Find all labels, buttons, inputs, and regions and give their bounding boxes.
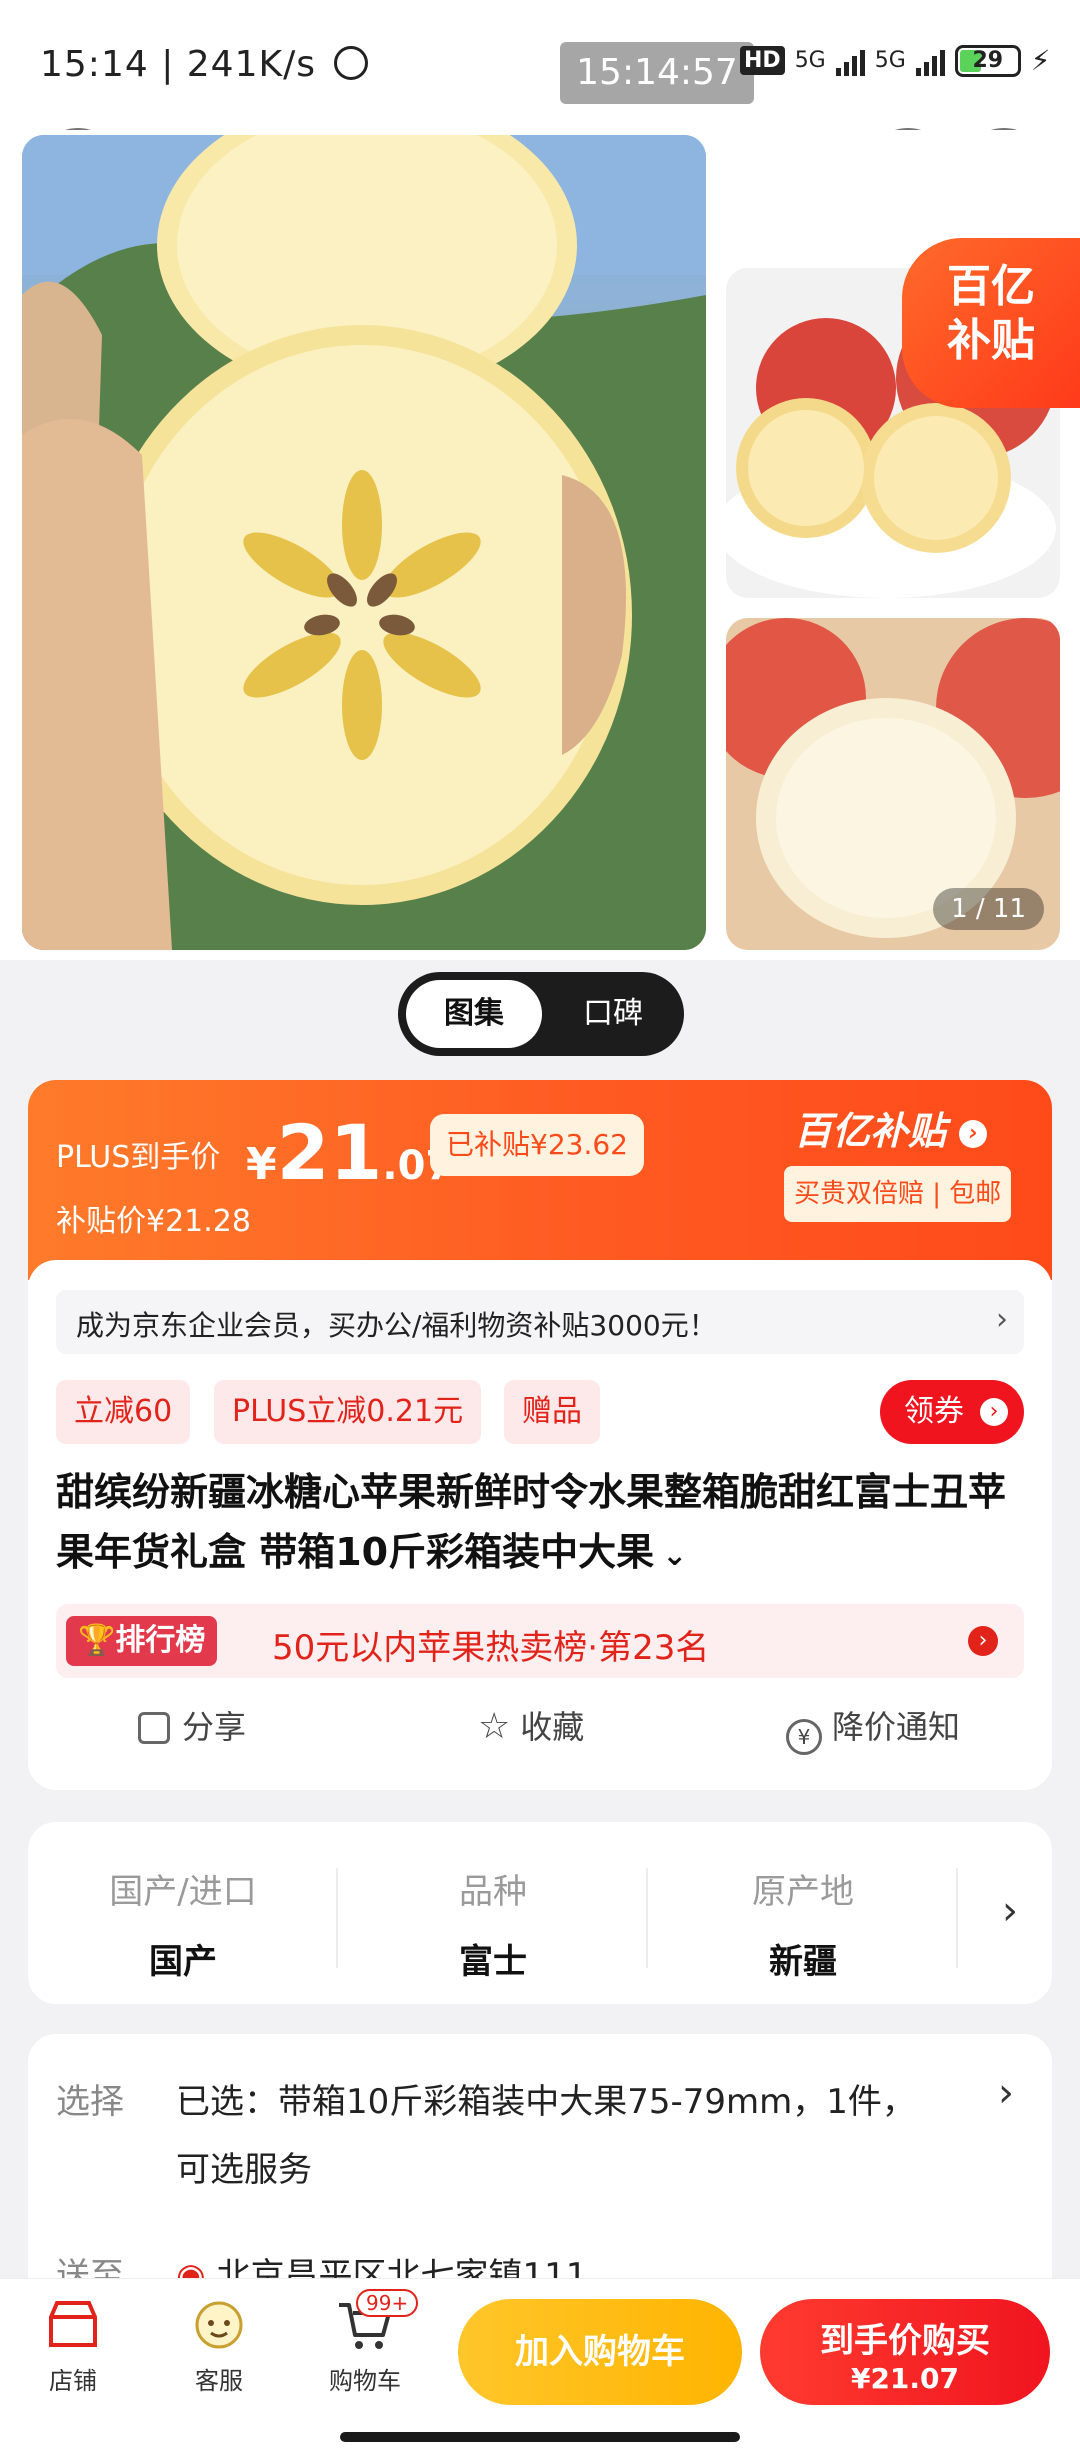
subsidy-price: 补贴价¥21.28 [56,1204,251,1239]
status-indicators: HD 5G 5G 29 ⚡ [740,44,1050,77]
buy-now-button[interactable]: 到手价购买 ¥21.07 [760,2299,1050,2405]
spec-summary[interactable]: 国产/进口 国产 品种 富士 原产地 新疆 › [28,1822,1052,2004]
share-action[interactable]: 分享 [138,1702,246,1748]
tag-plus-discount: PLUS立减0.21元 [214,1380,482,1444]
spec-variety: 品种 富士 [459,1872,527,1982]
main-product-image[interactable] [22,135,706,950]
page-indicator: 1 / 11 [933,888,1044,930]
billion-subsidy-brand[interactable]: 百亿补贴 › [794,1100,988,1155]
tag-gift: 赠品 [504,1380,600,1444]
selection-line-1: 已选：带箱10斤彩箱装中大果75-79mm，1件， [176,2082,916,2122]
price-alert-icon: ¥ [786,1719,822,1755]
status-bar: 15:14 | 241K/s 15:14:57 HD 5G 5G 29 ⚡ ••… [0,0,1080,212]
billion-subsidy-badge: 百亿补贴 [902,238,1080,408]
store-icon [49,2301,97,2347]
chevron-right-icon: › [968,1626,998,1656]
product-title[interactable]: 甜缤纷新疆冰糖心苹果新鲜时令水果整箱脆甜红富士丑苹果年货礼盒 带箱10斤彩箱装中… [56,1462,1032,1586]
service-nav[interactable]: 客服 [164,2297,274,2396]
share-icon [138,1712,170,1744]
favorite-action[interactable]: ☆ 收藏 [478,1702,584,1748]
net-2-label: 5G [874,48,906,73]
thumbnail-2[interactable]: 1 / 11 [726,618,1060,950]
ranking-text: 50元以内苹果热卖榜·第23名 [272,1628,710,1668]
plus-price-label: PLUS到手价 [56,1140,221,1175]
spec-origin-type: 国产/进口 国产 [109,1872,257,1982]
store-nav[interactable]: 店铺 [18,2297,128,2396]
cart-nav[interactable]: 购物车 99+ [310,2289,420,2396]
chevron-right-icon: › [996,1302,1008,1337]
trophy-icon: 🏆 [78,1623,116,1658]
subsidized-badge: 已补贴¥23.62 [430,1114,644,1176]
net-1-label: 5G [794,48,826,73]
ranking-banner[interactable]: 🏆排行榜 50元以内苹果热卖榜·第23名 › [56,1604,1024,1678]
selection-line-2: 可选服务 [176,2150,312,2190]
chevron-right-icon: › [980,1398,1008,1426]
alarm-icon [334,46,369,80]
battery-icon: 29 [954,44,1021,77]
cart-badge: 99+ [356,2289,419,2317]
guarantee-badge: 买贵双倍赔 | 包邮 [784,1166,1012,1222]
status-time-speed: 15:14 | 241K/s [40,44,369,85]
price-alert-action[interactable]: ¥ 降价通知 [786,1702,960,1755]
spec-origin: 原产地 新疆 [752,1872,854,1982]
price-value: ¥21.07 [246,1108,454,1197]
gallery-segment-control: 图集 口碑 [398,972,684,1056]
enterprise-promo-banner[interactable]: 成为京东企业会员，买办公/福利物资补贴3000元！ › [56,1290,1024,1354]
clock-chip: 15:14:57 [560,42,754,104]
star-icon: ☆ [478,1706,511,1747]
customer-service-icon [195,2301,243,2349]
apple-halves-image [22,135,706,950]
tab-gallery[interactable]: 图集 [406,980,542,1048]
chevron-down-icon: ⌄ [662,1538,688,1573]
selection-label: 选择 [56,2082,124,2122]
add-to-cart-button[interactable]: 加入购物车 [458,2299,742,2405]
hd-badge: HD [740,46,785,75]
signal-icon [835,46,865,76]
charging-icon: ⚡ [1030,44,1051,77]
selection-card[interactable]: 选择 已选：带箱10斤彩箱装中大果75-79mm，1件， 可选服务 › 送至 ◉… [28,2034,1052,2284]
home-indicator [340,2432,740,2442]
ranking-badge: 🏆排行榜 [66,1616,218,1666]
coupon-button[interactable]: 领券 › [880,1380,1024,1444]
price-band: PLUS到手价 ¥21.07 已补贴¥23.62 补贴价¥21.28 百亿补贴 … [28,1080,1052,1280]
divider [956,1868,958,1968]
chevron-right-icon: › [998,2070,1014,2116]
chevron-right-icon: › [1002,1888,1018,1934]
tag-instant-discount: 立减60 [56,1380,191,1444]
chevron-right-icon: › [959,1120,988,1148]
signal-icon-2 [915,46,945,76]
tab-reviews[interactable]: 口碑 [548,980,678,1048]
